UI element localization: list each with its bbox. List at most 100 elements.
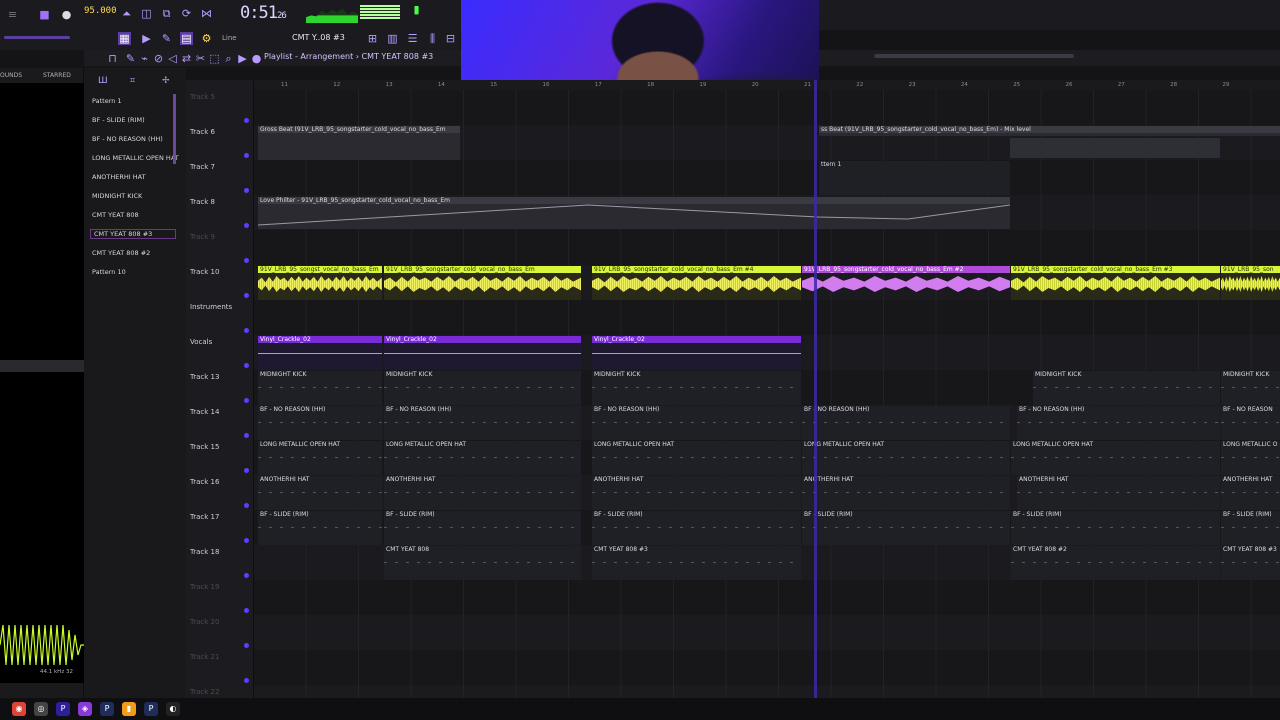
playlist-scrollbar[interactable]: [874, 54, 1074, 58]
photoshop-icon[interactable]: P: [100, 702, 114, 716]
fl-studio-icon[interactable]: ▮: [122, 702, 136, 716]
photoshop-2-icon[interactable]: P: [144, 702, 158, 716]
menu-icon[interactable]: ≡: [6, 8, 19, 21]
pattern-clip[interactable]: ANOTHERHI HAT: [592, 476, 801, 510]
picker-item[interactable]: ANOTHERHI HAT: [92, 173, 146, 181]
track-route-dot[interactable]: [244, 153, 249, 158]
audio-clip[interactable]: Vinyl_Crackle_02: [592, 336, 801, 370]
pattern-clip[interactable]: BF - SLIDE (RIM): [592, 511, 801, 545]
pattern-clip[interactable]: LONG METALLIC OPEN HAT: [384, 441, 581, 475]
picker-item[interactable]: Pattern 1: [92, 97, 122, 105]
slice-icon[interactable]: ✂: [194, 52, 207, 65]
track-route-dot[interactable]: [244, 188, 249, 193]
track-route-dot[interactable]: [244, 258, 249, 263]
arrangement-icon[interactable]: ●: [250, 52, 263, 65]
pattern-clip[interactable]: LONG METALLIC O: [1221, 441, 1280, 475]
wait-icon[interactable]: ◫: [140, 7, 153, 20]
track-label[interactable]: Track 17: [190, 513, 219, 521]
browser-zoom-slider[interactable]: [4, 36, 70, 39]
mixer-icon[interactable]: ⚙: [200, 32, 213, 45]
picker-item-selected[interactable]: CMT YEAT 808 #3: [90, 229, 176, 239]
audio-clip[interactable]: 91V_LRB_95_songst_vocal_no_bass_Em: [258, 266, 382, 300]
browser-tab-starred[interactable]: STARRED: [43, 72, 71, 79]
pattern-clip[interactable]: BF - SLIDE (RIM): [258, 511, 382, 545]
picker-item[interactable]: CMT YEAT 808: [92, 211, 139, 219]
track-label[interactable]: Track 20: [190, 618, 219, 626]
track-label[interactable]: Track 18: [190, 548, 219, 556]
pattern-clip[interactable]: BF - NO REASON: [1221, 406, 1280, 440]
audio-clip[interactable]: Vinyl_Crackle_02: [384, 336, 581, 370]
pattern-clip[interactable]: CMT YEAT 808: [384, 546, 581, 580]
mute-icon[interactable]: ◁: [166, 52, 179, 65]
slip-icon[interactable]: ⇄: [180, 52, 193, 65]
picker-automation-icon[interactable]: ✢: [162, 76, 170, 86]
track-route-dot[interactable]: [244, 223, 249, 228]
loop-record-icon[interactable]: ⟳: [180, 7, 193, 20]
pattern-clip[interactable]: MIDNIGHT KICK: [592, 371, 801, 405]
picker-audio-icon[interactable]: ⌗: [130, 76, 135, 86]
piano-icon[interactable]: ▥: [386, 32, 399, 45]
track-label[interactable]: Track 16: [190, 478, 219, 486]
delete-icon[interactable]: ⊘: [152, 52, 165, 65]
obs-icon[interactable]: ◐: [166, 702, 180, 716]
track-route-dot[interactable]: [244, 363, 249, 368]
automation-clip[interactable]: Love Philter - 91V_LRB_95_songstarter_co…: [258, 197, 1010, 229]
add-pattern-icon[interactable]: ⊞: [366, 32, 379, 45]
track-route-dot[interactable]: [244, 118, 249, 123]
discord-icon[interactable]: ◈: [78, 702, 92, 716]
pattern-mode-icon[interactable]: ▦: [118, 32, 131, 45]
pattern-clip[interactable]: BF - NO REASON (HH): [1017, 406, 1220, 440]
audio-clip[interactable]: 91V_LRB_95_songstarter_cold_vocal_no_bas…: [592, 266, 801, 300]
picker-item[interactable]: BF - NO REASON (HH): [92, 135, 163, 143]
track-label[interactable]: Track 15: [190, 443, 219, 451]
play-icon[interactable]: ▶: [140, 32, 153, 45]
record-icon[interactable]: ●: [60, 8, 73, 21]
pattern-clip[interactable]: BF - SLIDE (RIM): [384, 511, 581, 545]
track-route-dot[interactable]: [244, 503, 249, 508]
automation-clip[interactable]: ss Beat (91V_LRB_95_songstarter_cold_voc…: [819, 126, 1280, 136]
pattern-clip[interactable]: ttern 1: [819, 161, 1010, 195]
track-route-dot[interactable]: [244, 678, 249, 683]
pattern-clip[interactable]: ANOTHERHI HAT: [1017, 476, 1220, 510]
browser-selected-row[interactable]: [0, 360, 84, 372]
track-label[interactable]: Track 8: [190, 198, 215, 206]
pattern-clip[interactable]: MIDNIGHT KICK: [258, 371, 382, 405]
pattern-clip[interactable]: ANOTHERHI HAT: [802, 476, 1010, 510]
app-icon[interactable]: ◎: [34, 702, 48, 716]
brush-icon[interactable]: ⌁: [138, 52, 151, 65]
picker-item[interactable]: BF - SLIDE (RIM): [92, 116, 145, 124]
track-route-dot[interactable]: [244, 643, 249, 648]
metronome-icon[interactable]: ⏶: [120, 7, 133, 20]
picker-patterns-icon[interactable]: Ш: [98, 76, 108, 86]
track-route-dot[interactable]: [244, 433, 249, 438]
picker-item[interactable]: CMT YEAT 808 #2: [92, 249, 150, 257]
pattern-clip[interactable]: MIDNIGHT KICK: [1033, 371, 1220, 405]
audio-clip[interactable]: Vinyl_Crackle_02: [258, 336, 382, 370]
snap-selector[interactable]: Line: [222, 34, 237, 42]
track-route-dot[interactable]: [244, 573, 249, 578]
premiere-icon[interactable]: P: [56, 702, 70, 716]
piano-roll-icon[interactable]: ▤: [180, 32, 193, 45]
pattern-clip[interactable]: CMT YEAT 808 #3: [1221, 546, 1280, 580]
track-label[interactable]: Track 10: [190, 268, 219, 276]
playback-icon[interactable]: ▶: [236, 52, 249, 65]
pattern-clip[interactable]: BF - SLIDE (RIM): [802, 511, 1010, 545]
playhead[interactable]: [814, 80, 817, 698]
pattern-clip[interactable]: CMT YEAT 808 #2: [1011, 546, 1220, 580]
stop-icon[interactable]: ■: [38, 8, 51, 21]
count-in-icon[interactable]: ⧉: [160, 7, 173, 20]
track-label[interactable]: Instruments: [190, 303, 232, 311]
pattern-clip[interactable]: BF - NO REASON (HH): [384, 406, 581, 440]
channel-rack-icon[interactable]: ⫼: [426, 32, 439, 45]
track-label[interactable]: Track 6: [190, 128, 215, 136]
draw-icon[interactable]: ✎: [160, 32, 173, 45]
pattern-clip[interactable]: BF - NO REASON (HH): [802, 406, 1010, 440]
pattern-clip[interactable]: ANOTHERHI HAT: [258, 476, 382, 510]
track-route-dot[interactable]: [244, 398, 249, 403]
browser-tab-sounds[interactable]: OUNDS: [0, 72, 22, 79]
track-label[interactable]: Track 14: [190, 408, 219, 416]
automation-clip[interactable]: Gross Beat (91V_LRB_95_songstarter_cold_…: [258, 126, 460, 160]
audio-clip[interactable]: 91V_LRB_95_songstarter_cold_vocal_no_bas…: [384, 266, 581, 300]
pattern-clip[interactable]: BF - NO REASON (HH): [592, 406, 801, 440]
timeline-ruler[interactable]: 11 12 13 14 15 16 17 18 19 20 21 22 23 24 25 26 27 28 29: [254, 80, 1280, 90]
